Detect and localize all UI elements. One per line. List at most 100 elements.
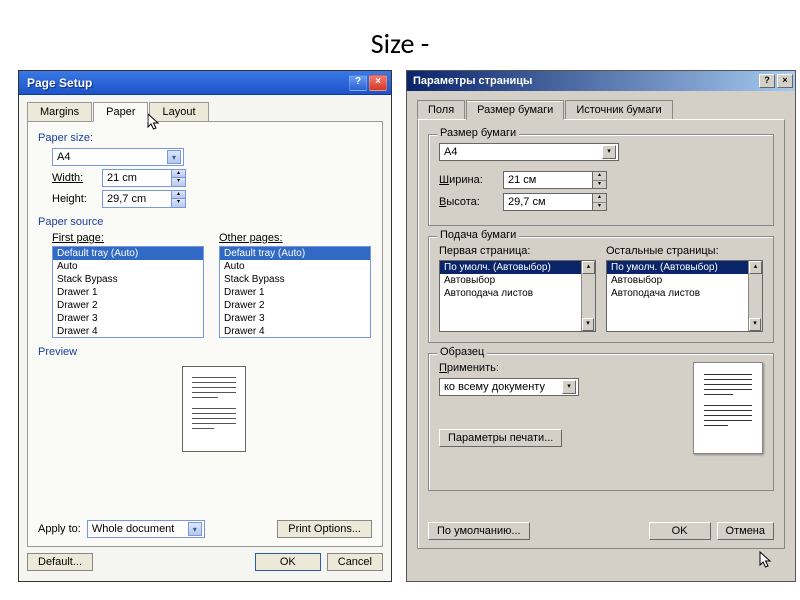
paper-size-combo[interactable]: A4 ▾ [439,143,619,161]
list-item[interactable]: Stack Bypass [53,273,203,286]
width-spinner[interactable]: ▴▾ [593,171,607,189]
list-item[interactable]: Drawer 1 [53,286,203,299]
list-item[interactable]: Drawer 3 [220,312,370,325]
sample-group-label: Образец [437,346,487,358]
list-item[interactable]: Stack Bypass [220,273,370,286]
cancel-button[interactable]: Cancel [327,553,383,571]
dialog-footer: Default... OK Cancel [19,547,391,577]
first-page-listbox[interactable]: Default tray (Auto) Auto Stack Bypass Dr… [52,246,204,338]
sample-group: Образец Применить: ко всему документу ▾ … [428,353,774,491]
default-button[interactable]: По умолчанию... [428,522,530,540]
scroll-up-icon[interactable]: ▴ [582,261,595,274]
list-item[interactable]: Drawer 2 [53,299,203,312]
list-item[interactable]: Автоподача листов [607,287,762,300]
width-label: Ширина: [439,174,495,186]
close-button[interactable]: × [369,75,387,91]
list-item[interactable]: Drawer 3 [53,312,203,325]
spin-down-icon[interactable]: ▾ [171,199,185,207]
tab-panel: Размер бумаги A4 ▾ Ширина: 21 см▴▾ Высот… [417,119,785,549]
chevron-down-icon[interactable]: ▾ [188,522,202,536]
cancel-button[interactable]: Отмена [717,522,774,540]
height-value: 29,7 cm [103,193,171,205]
tab-paper-source[interactable]: Источник бумаги [565,100,672,120]
tab-panel: Paper size: A4 ▾ Width: 21 cm ▴▾ Height:… [27,121,383,547]
paper-size-section-label: Paper size: [38,132,372,144]
height-input[interactable]: 29,7 см [503,193,593,211]
spin-up-icon[interactable]: ▴ [171,170,185,178]
help-button[interactable]: ? [759,74,775,88]
scrollbar[interactable]: ▴▾ [581,261,595,331]
height-label: Высота: [439,196,495,208]
list-item[interactable]: По умолч. (Автовыбор) [607,261,762,274]
ok-button[interactable]: OK [255,553,321,571]
close-button[interactable]: × [777,74,793,88]
height-spinner[interactable]: ▴▾ [593,193,607,211]
help-button[interactable]: ? [349,75,367,91]
preview-section-label: Preview [38,346,372,358]
dialog-footer: По умолчанию... OK Отмена [428,522,774,540]
list-item[interactable]: Автоподача листов [440,287,595,300]
apply-to-combo[interactable]: Whole document ▾ [87,520,205,538]
spin-down-icon[interactable]: ▾ [593,203,606,211]
list-item[interactable]: Auto [220,260,370,273]
width-input[interactable]: 21 cm ▴▾ [102,169,186,187]
first-page-label: First page: [52,232,205,244]
chevron-down-icon[interactable]: ▾ [602,145,616,159]
first-page-listbox[interactable]: По умолч. (Автовыбор) Автовыбор Автопода… [439,260,596,332]
tab-margins[interactable]: Margins [27,102,92,122]
dialog-title: Page Setup [27,76,347,90]
width-value: 21 cm [103,172,171,184]
tab-layout[interactable]: Layout [149,102,208,122]
chevron-down-icon[interactable]: ▾ [562,380,576,394]
tab-paper-size[interactable]: Размер бумаги [466,100,564,120]
list-item[interactable]: Default tray (Auto) [220,247,370,260]
height-input[interactable]: 29,7 cm ▴▾ [102,190,186,208]
spin-down-icon[interactable]: ▾ [171,178,185,186]
paper-size-value: A4 [57,151,70,163]
spin-up-icon[interactable]: ▴ [593,194,606,203]
paper-source-group: Подача бумаги Первая страница: По умолч.… [428,236,774,343]
tab-paper[interactable]: Paper [93,102,148,122]
apply-to-value: ко всему документу [444,381,545,393]
ok-button[interactable]: OK [649,522,711,540]
list-item[interactable]: Auto [53,260,203,273]
page-setup-dialog-ru: Параметры страницы ? × Поля Размер бумаг… [406,70,796,582]
titlebar[interactable]: Параметры страницы ? × [407,71,795,91]
scroll-down-icon[interactable]: ▾ [582,318,594,331]
list-item[interactable]: Автовыбор [607,274,762,287]
other-pages-listbox[interactable]: Default tray (Auto) Auto Stack Bypass Dr… [219,246,371,338]
list-item[interactable]: Drawer 4 [53,325,203,338]
other-pages-label: Other pages: [219,232,372,244]
paper-size-group: Размер бумаги A4 ▾ Ширина: 21 см▴▾ Высот… [428,134,774,226]
first-page-label: Первая страница: [439,245,596,257]
spin-up-icon[interactable]: ▴ [171,191,185,199]
print-options-button[interactable]: Print Options... [277,520,372,538]
list-item[interactable]: Drawer 1 [220,286,370,299]
scroll-down-icon[interactable]: ▾ [749,318,761,331]
width-input[interactable]: 21 см [503,171,593,189]
height-label: Height: [52,193,96,205]
chevron-down-icon[interactable]: ▾ [167,150,181,164]
list-item[interactable]: Default tray (Auto) [53,247,203,260]
scrollbar[interactable]: ▴▾ [748,261,762,331]
page-setup-dialog-en: Page Setup ? × Margins Paper Layout Pape… [18,70,392,582]
list-item[interactable]: Автовыбор [440,274,595,287]
other-pages-listbox[interactable]: По умолч. (Автовыбор) Автовыбор Автопода… [606,260,763,332]
titlebar[interactable]: Page Setup ? × [19,71,391,95]
spin-up-icon[interactable]: ▴ [593,172,606,181]
list-item[interactable]: По умолч. (Автовыбор) [440,261,595,274]
default-button[interactable]: Default... [27,553,93,571]
tabs: Margins Paper Layout [19,95,391,121]
other-pages-label: Остальные страницы: [606,245,763,257]
spin-down-icon[interactable]: ▾ [593,181,606,189]
paper-size-value: A4 [444,146,457,158]
apply-to-value: Whole document [92,523,175,535]
dialog-title: Параметры страницы [413,75,757,87]
list-item[interactable]: Drawer 2 [220,299,370,312]
paper-size-combo[interactable]: A4 ▾ [52,148,184,166]
apply-to-combo[interactable]: ко всему документу ▾ [439,378,579,396]
print-options-button[interactable]: Параметры печати... [439,429,562,447]
scroll-up-icon[interactable]: ▴ [749,261,762,274]
tab-fields[interactable]: Поля [417,100,465,120]
list-item[interactable]: Drawer 4 [220,325,370,338]
